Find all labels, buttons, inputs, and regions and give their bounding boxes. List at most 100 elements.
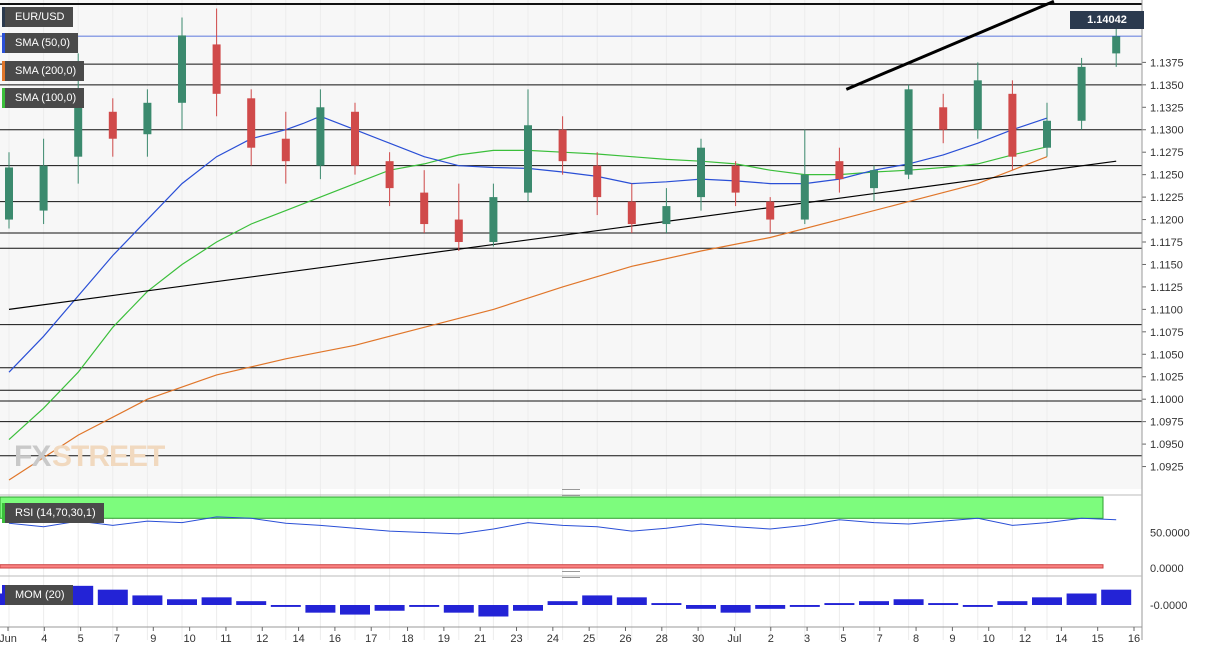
svg-text:FX: FX: [14, 440, 51, 473]
momentum-bar: [928, 603, 959, 605]
momentum-bar: [824, 603, 855, 605]
momentum-bar: [270, 605, 301, 607]
x-tick-label: 4: [41, 633, 47, 645]
time-axis: Jun 4 5 7 9 10 11 12 14 16 17 18 19 21 23 24 25 26 28 30 Jul…: [0, 626, 1142, 645]
y-tick-label: 1.1225: [1150, 192, 1184, 204]
svg-text:STREET: STREET: [52, 440, 165, 473]
y-tick-label: 1.1100: [1150, 304, 1183, 316]
x-tick-label: 18: [401, 633, 413, 645]
x-tick-label: 17: [365, 633, 377, 645]
y-tick-label: 1.1175: [1150, 237, 1183, 249]
panel-splitter[interactable]: [562, 571, 580, 578]
x-tick-label: 28: [656, 633, 668, 645]
x-tick-label: 14: [1055, 633, 1067, 645]
candle: [351, 102, 359, 175]
x-tick-label: 21: [474, 633, 486, 645]
rsi-tick-label: 50.0000: [1150, 528, 1190, 540]
momentum-tick-label: -0.0000: [1150, 600, 1187, 612]
x-tick-label: 23: [510, 633, 522, 645]
y-tick-label: 1.1375: [1150, 57, 1184, 69]
rsi-tick-label: 0.0000: [1150, 563, 1184, 575]
x-tick-label: Jun: [0, 633, 17, 645]
x-tick-label: 24: [547, 633, 559, 645]
y-tick-label: 1.0975: [1150, 417, 1184, 429]
momentum-bar: [340, 605, 370, 615]
y-tick-label: 1.1150: [1150, 259, 1183, 271]
momentum-bar: [720, 605, 751, 613]
x-tick-label: 11: [220, 633, 231, 645]
grid-layer: [0, 0, 1142, 640]
momentum-bar: [132, 595, 163, 605]
y-tick-label: 1.0925: [1150, 462, 1184, 474]
candle: [904, 84, 913, 180]
momentum-bar: [893, 599, 924, 605]
momentum-bar: [789, 605, 820, 607]
momentum-bar: [686, 605, 716, 609]
x-tick-label: 12: [1019, 633, 1031, 645]
rsi-overbought-zone: [0, 496, 1104, 519]
x-tick-label: 16: [329, 633, 341, 645]
momentum-bar: [167, 599, 197, 605]
momentum-bar: [755, 605, 786, 609]
x-tick-label: 16: [1128, 633, 1140, 645]
x-tick-label: 3: [804, 633, 810, 645]
legend-momentum[interactable]: MOM (20): [2, 585, 73, 605]
x-tick-label: 8: [913, 633, 919, 645]
candle: [1077, 57, 1086, 130]
last-price-tag: 1.14042: [1070, 11, 1144, 29]
x-tick-label: 19: [438, 633, 450, 645]
legend-eurusd[interactable]: EUR/USD: [2, 7, 73, 27]
x-tick-label: 7: [114, 633, 120, 645]
momentum-bar: [305, 605, 336, 613]
momentum-bar: [409, 605, 440, 607]
x-tick-label: 9: [150, 633, 156, 645]
momentum-bar: [547, 601, 578, 605]
x-tick-label: 2: [768, 633, 774, 645]
x-tick-label: 5: [78, 633, 84, 645]
x-tick-label: 30: [692, 633, 704, 645]
momentum-bar: [1032, 597, 1062, 605]
x-tick-label: 10: [183, 633, 195, 645]
y-tick-label: 1.1350: [1150, 80, 1184, 92]
momentum-bar: [374, 605, 405, 611]
momentum-bar: [582, 595, 613, 605]
momentum-bar: [236, 601, 267, 605]
momentum-bar: [651, 603, 682, 605]
momentum-bar: [513, 605, 543, 611]
x-tick-label: 15: [1092, 633, 1104, 645]
rsi-panel: 50.0000 0.0000: [0, 494, 1190, 575]
panel-splitter[interactable]: [562, 489, 580, 496]
momentum-bar: [616, 597, 647, 605]
legend-sma-100[interactable]: SMA (100,0): [2, 88, 85, 108]
x-tick-label: 10: [983, 633, 995, 645]
x-tick-label: 25: [583, 633, 595, 645]
x-tick-label: 9: [949, 633, 955, 645]
momentum-bar: [1066, 593, 1097, 605]
x-tick-label: 5: [840, 633, 846, 645]
x-tick-label: Jul: [727, 633, 741, 645]
momentum-bar: [443, 605, 474, 613]
x-tick-label: 26: [619, 633, 631, 645]
chart-canvas: 1.1375 1.1350 1.1325 1.1300 1.1275 1.1250 1.12…: [0, 0, 1190, 645]
y-tick-label: 1.0950: [1150, 439, 1184, 451]
x-tick-label: 12: [256, 633, 268, 645]
legend-rsi[interactable]: RSI (14,70,30,1): [2, 503, 104, 523]
x-tick-label: 7: [877, 633, 883, 645]
y-tick-label: 1.1075: [1150, 327, 1184, 339]
momentum-bar: [997, 601, 1028, 605]
legend-sma-50[interactable]: SMA (50,0): [2, 33, 79, 53]
x-tick-label: 14: [292, 633, 304, 645]
rsi-oversold-zone: [0, 564, 1104, 569]
y-tick-label: 1.1125: [1150, 282, 1183, 294]
y-tick-label: 1.1025: [1150, 372, 1184, 384]
y-tick-label: 1.1200: [1150, 215, 1184, 227]
y-tick-label: 1.1325: [1150, 102, 1184, 114]
y-tick-label: 1.1250: [1150, 170, 1184, 182]
candle: [1008, 80, 1017, 171]
y-tick-label: 1.1000: [1150, 394, 1184, 406]
momentum-bar: [859, 601, 889, 605]
y-tick-label: 1.1300: [1150, 125, 1184, 137]
price-axis: 1.1375 1.1350 1.1325 1.1300 1.1275 1.1250 1.12…: [1141, 0, 1184, 640]
price-plot-bg: [0, 0, 1142, 489]
legend-sma-200[interactable]: SMA (200,0): [2, 61, 85, 81]
